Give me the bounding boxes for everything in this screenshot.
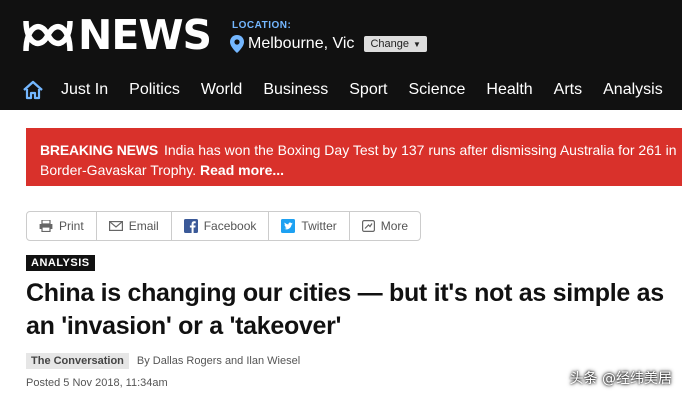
envelope-icon bbox=[108, 221, 123, 231]
twitter-icon bbox=[281, 219, 296, 233]
printer-icon bbox=[39, 220, 53, 232]
location-pin-icon bbox=[230, 35, 244, 53]
nav-item-arts[interactable]: Arts bbox=[554, 81, 582, 99]
facebook-icon bbox=[183, 219, 198, 233]
byline: The Conversation By Dallas Rogers and Il… bbox=[26, 353, 300, 369]
email-label: Email bbox=[128, 219, 159, 233]
nav-item-science[interactable]: Science bbox=[409, 81, 466, 99]
source-badge[interactable]: The Conversation bbox=[26, 353, 129, 369]
nav-item-sport[interactable]: Sport bbox=[349, 81, 387, 99]
author-byline: By Dallas Rogers and Ilan Wiesel bbox=[136, 355, 301, 367]
nav-item-politics[interactable]: Politics bbox=[129, 81, 180, 99]
more-share-button[interactable]: More bbox=[350, 212, 420, 240]
print-label: Print bbox=[59, 219, 84, 233]
twitter-button[interactable]: Twitter bbox=[269, 212, 350, 240]
watermark: 头条 @经纬美居 bbox=[569, 371, 672, 387]
nav-item-health[interactable]: Health bbox=[486, 81, 532, 99]
abc-news-logo[interactable]: NEWS bbox=[22, 11, 212, 59]
article-headline: China is changing our cities — but it's … bbox=[26, 279, 664, 340]
main-nav: Just In Politics World Business Sport Sc… bbox=[0, 70, 682, 110]
location-label: LOCATION: bbox=[232, 20, 292, 31]
abc-logo-icon bbox=[23, 20, 73, 52]
nav-item-analysis[interactable]: Analysis bbox=[603, 81, 663, 99]
change-location-button[interactable]: Change ▼ bbox=[364, 36, 427, 52]
breaking-news-banner[interactable]: BREAKING NEWS India has won the Boxing Da… bbox=[26, 128, 682, 186]
nav-item-world[interactable]: World bbox=[201, 81, 243, 99]
read-more-link[interactable]: Read more... bbox=[200, 162, 284, 178]
caret-down-icon: ▼ bbox=[412, 39, 421, 49]
location-city: Melbourne, Vic bbox=[248, 35, 355, 52]
share-bar: Print Email Facebook Twitter More bbox=[26, 211, 422, 241]
location-row: Melbourne, Vic Change ▼ bbox=[230, 35, 427, 53]
breaking-news-tag: BREAKING NEWS bbox=[40, 142, 158, 158]
twitter-label: Twitter bbox=[301, 219, 337, 233]
share-more-icon bbox=[361, 220, 375, 232]
print-button[interactable]: Print bbox=[27, 212, 97, 240]
more-label: More bbox=[380, 219, 409, 233]
site-header: NEWS LOCATION: Melbourne, Vic Change ▼ bbox=[0, 0, 682, 70]
change-label: Change bbox=[370, 38, 409, 50]
nav-item-business[interactable]: Business bbox=[263, 81, 328, 99]
nav-item-just-in[interactable]: Just In bbox=[61, 81, 108, 99]
facebook-button[interactable]: Facebook bbox=[172, 212, 270, 240]
home-icon[interactable] bbox=[22, 79, 44, 101]
facebook-label: Facebook bbox=[203, 219, 257, 233]
analysis-label: ANALYSIS bbox=[26, 255, 95, 271]
email-button[interactable]: Email bbox=[97, 212, 172, 240]
posted-date: Posted 5 Nov 2018, 11:34am bbox=[26, 377, 168, 389]
logo-text: NEWS bbox=[78, 11, 212, 59]
